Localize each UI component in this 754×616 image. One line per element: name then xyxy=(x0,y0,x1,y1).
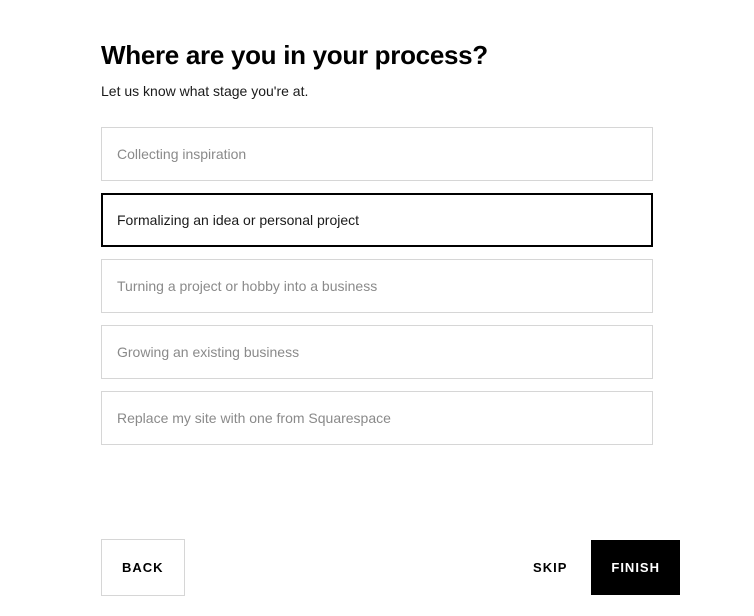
option-turning-project[interactable]: Turning a project or hobby into a busine… xyxy=(101,259,653,313)
page-subheading: Let us know what stage you're at. xyxy=(101,83,653,99)
option-growing-business[interactable]: Growing an existing business xyxy=(101,325,653,379)
finish-button[interactable]: Finish xyxy=(591,540,680,595)
option-replace-site[interactable]: Replace my site with one from Squarespac… xyxy=(101,391,653,445)
footer-right: Skip Finish xyxy=(509,540,680,595)
page-heading: Where are you in your process? xyxy=(101,40,653,71)
footer: Back Skip Finish xyxy=(101,539,680,596)
option-collecting-inspiration[interactable]: Collecting inspiration xyxy=(101,127,653,181)
skip-button[interactable]: Skip xyxy=(509,540,591,595)
options-list: Collecting inspiration Formalizing an id… xyxy=(101,127,653,445)
option-formalizing-idea[interactable]: Formalizing an idea or personal project xyxy=(101,193,653,247)
back-button[interactable]: Back xyxy=(101,539,185,596)
